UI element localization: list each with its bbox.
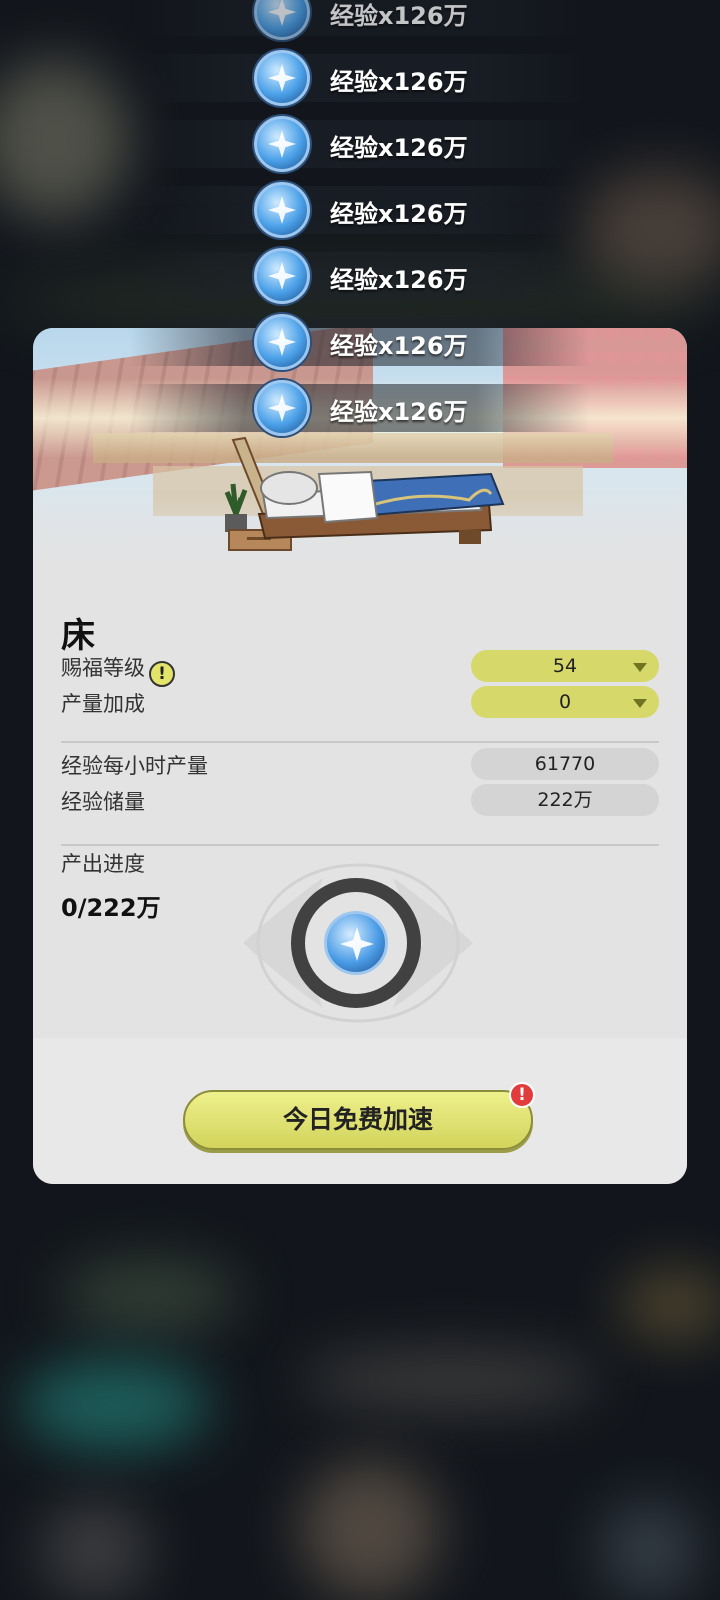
reward-text: 经验x126万 [330, 68, 468, 96]
reward-item: 经验x126万 [0, 180, 720, 240]
blessing-level-dropdown[interactable]: 54 [471, 650, 659, 682]
blessing-level-label: 赐福等级 [61, 656, 145, 680]
reward-item: 经验x126万 [0, 0, 720, 42]
exp-orb-icon [254, 182, 310, 238]
chevron-down-icon [633, 699, 647, 708]
exp-orb-icon [254, 50, 310, 106]
reward-text: 经验x126万 [330, 398, 468, 426]
exp-per-hour-label: 经验每小时产量 [61, 754, 208, 778]
exp-per-hour-value: 61770 [471, 748, 659, 780]
output-bonus-value: 0 [558, 691, 572, 713]
blessing-level-row: 赐福等级! [61, 652, 175, 687]
exp-orb-icon [254, 116, 310, 172]
exp-storage-value: 222万 [471, 784, 659, 816]
reward-item: 经验x126万 [0, 378, 720, 438]
info-icon[interactable]: ! [149, 661, 175, 687]
reward-text: 经验x126万 [330, 134, 468, 162]
building-name: 床 [61, 616, 95, 656]
reward-item: 经验x126万 [0, 246, 720, 306]
reward-item: 经验x126万 [0, 48, 720, 108]
divider [61, 741, 659, 743]
reward-item: 经验x126万 [0, 114, 720, 174]
exp-orb-icon [254, 380, 310, 436]
output-bonus-dropdown[interactable]: 0 [471, 686, 659, 718]
exp-orb-icon [324, 911, 388, 975]
exp-storage-label: 经验储量 [61, 790, 145, 814]
reward-text: 经验x126万 [330, 332, 468, 360]
progress-value: 0/222万 [61, 894, 161, 922]
divider [61, 844, 659, 846]
reward-text: 经验x126万 [330, 266, 468, 294]
blessing-level-value: 54 [552, 655, 578, 677]
alert-badge-icon: ! [509, 1082, 535, 1108]
exp-orb-icon [254, 248, 310, 304]
bed-illustration [224, 436, 505, 551]
reward-text: 经验x126万 [330, 2, 468, 30]
production-ring[interactable] [233, 858, 483, 1028]
chevron-down-icon [633, 663, 647, 672]
free-speedup-button[interactable]: 今日免费加速 [183, 1090, 533, 1150]
reward-item: 经验x126万 [0, 312, 720, 372]
building-detail-card: 床 赐福等级! 54 产量加成 0 经验每小时产量 61770 经验储量 222… [33, 328, 687, 1184]
output-bonus-label: 产量加成 [61, 692, 145, 716]
reward-text: 经验x126万 [330, 200, 468, 228]
exp-orb-icon [254, 314, 310, 370]
progress-label: 产出进度 [61, 852, 145, 876]
